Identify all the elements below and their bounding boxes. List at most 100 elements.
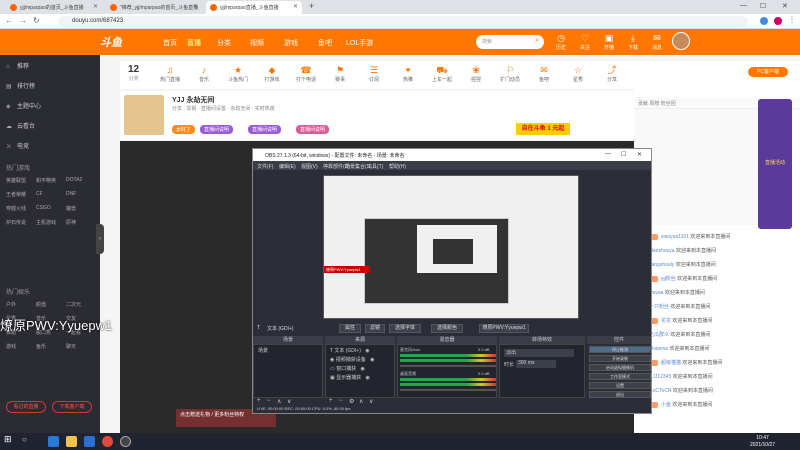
- obs-preview[interactable]: 燎原PWV:Yyuepw1: [323, 175, 579, 319]
- room-ad-badge[interactable]: 自在斗鱼 1 元起: [516, 123, 570, 135]
- user-avatar[interactable]: [672, 32, 690, 50]
- close-window-icon[interactable]: ✕: [782, 2, 788, 10]
- forward-icon[interactable]: →: [19, 16, 27, 25]
- source-item[interactable]: T 文本 (GDI+) ◉: [330, 347, 370, 354]
- control-button[interactable]: 工作室模式: [589, 373, 651, 380]
- search-input[interactable]: 搜索 ⌕: [476, 35, 544, 49]
- taskbar-clock[interactable]: 10:47 2021/10/27: [750, 435, 775, 449]
- sidebar-ent-link[interactable]: 聊天: [66, 343, 76, 350]
- chat-username[interactable]: 小鱼: [661, 402, 672, 408]
- edge-icon[interactable]: [48, 436, 59, 447]
- control-button[interactable]: 停止推流: [589, 346, 651, 353]
- collapse-sidebar-button[interactable]: ‹: [96, 224, 104, 254]
- close-tab-icon[interactable]: ✕: [193, 3, 198, 10]
- download-button[interactable]: ⤓ 下载: [622, 33, 644, 51]
- chat-username[interactable]: CoCToCN: [649, 388, 673, 394]
- sidebar-ent-link[interactable]: 颜值: [36, 301, 46, 308]
- go-live-button[interactable]: ▣ 开播: [598, 33, 620, 51]
- nav-game[interactable]: 游戏: [284, 38, 298, 48]
- nav-live[interactable]: 直播: [187, 38, 201, 48]
- chat-username[interactable]: Tangshouly: [649, 262, 676, 268]
- chat-username[interactable]: YJJ12345: [649, 374, 673, 380]
- nav-video[interactable]: 视频: [250, 38, 264, 48]
- text-value-field[interactable]: 燎原PWV:Yyuepw1: [479, 324, 529, 333]
- side-ad-banner[interactable]: 直播活动: [758, 99, 792, 229]
- obs-menu-item[interactable]: 工具(T): [367, 163, 383, 170]
- url-input[interactable]: douyu.com/687423: [58, 16, 748, 27]
- windows-start-icon[interactable]: ⊞: [4, 434, 15, 445]
- visibility-eye-icon[interactable]: ◉: [364, 348, 369, 354]
- control-button[interactable]: 退出: [589, 391, 651, 398]
- sidebar-item-rank[interactable]: ▤ 排行榜: [6, 81, 35, 90]
- sidebar-game-link[interactable]: DNF: [66, 191, 76, 197]
- obs-menu-item[interactable]: 帮助(H): [389, 163, 406, 170]
- nav-home[interactable]: 首页: [163, 38, 177, 48]
- browser-tab[interactable]: yjj/mparpao的首页_斗鱼直播 ✕: [6, 1, 102, 14]
- room-tag[interactable]: 直播间说明: [200, 125, 234, 134]
- mixer-volume-slider[interactable]: [400, 389, 496, 391]
- obs-close-icon[interactable]: ✕: [637, 151, 642, 158]
- visibility-eye-icon[interactable]: ◉: [364, 375, 370, 381]
- control-button[interactable]: 开始录制: [589, 355, 651, 362]
- sidebar-ent-link[interactable]: 鱼乐: [36, 343, 46, 350]
- sidebar-item-esports[interactable]: ⚔ 电竞: [6, 141, 29, 150]
- menu-icon[interactable]: ⋮: [788, 15, 796, 24]
- close-tab-icon[interactable]: ✕: [293, 3, 298, 10]
- chrome-icon[interactable]: [102, 436, 113, 447]
- sidebar-game-link[interactable]: CF: [36, 191, 43, 197]
- category-item[interactable]: ⤴ 分享: [592, 64, 632, 83]
- file-explorer-icon[interactable]: [66, 436, 77, 447]
- follow-button[interactable]: ♡ 关注: [574, 33, 596, 51]
- sidebar-game-link[interactable]: 炉石传说: [6, 219, 26, 226]
- transition-select[interactable]: 淡出: [504, 349, 574, 357]
- store-icon[interactable]: [84, 436, 95, 447]
- obs-menu-item[interactable]: 视图(V): [301, 163, 318, 170]
- extension-icon[interactable]: [760, 17, 768, 25]
- obs-minimize-icon[interactable]: —: [605, 151, 611, 157]
- control-button[interactable]: 启动虚拟摄像机: [589, 364, 651, 371]
- sidebar-item-theme[interactable]: ◈ 主题中心: [6, 101, 41, 110]
- profile-icon[interactable]: [774, 17, 782, 25]
- source-item[interactable]: ▭ 窗口捕获 ◉: [330, 365, 365, 372]
- minimize-icon[interactable]: —: [740, 2, 747, 9]
- browser-tab[interactable]: "推荐_yjj/mparpao的首页_斗鱼直播 ✕: [106, 1, 202, 14]
- reload-icon[interactable]: ↻: [33, 16, 40, 25]
- sidebar-ent-link[interactable]: 游戏: [6, 343, 16, 350]
- sidebar-game-link[interactable]: CSGO: [36, 205, 51, 211]
- sidebar-game-link[interactable]: 穿越火线: [6, 205, 26, 212]
- chat-username[interactable]: 吃瓜群众: [649, 332, 670, 338]
- chat-username[interactable]: ulanshouya: [649, 248, 676, 254]
- mixer-volume-slider[interactable]: [400, 365, 496, 367]
- sidebar-ent-link[interactable]: 二次元: [66, 301, 81, 308]
- properties-button[interactable]: 属性: [339, 324, 361, 333]
- sidebar-item-recommend[interactable]: ⌂ 推荐: [6, 61, 29, 70]
- sidebar-game-link[interactable]: 王者荣耀: [6, 191, 26, 198]
- message-button[interactable]: ✉ 消息: [646, 33, 668, 51]
- close-tab-icon[interactable]: ✕: [93, 3, 98, 10]
- streamer-avatar[interactable]: [124, 95, 164, 135]
- control-button[interactable]: 设置: [589, 382, 651, 389]
- select-color-button[interactable]: 选择颜色: [431, 324, 463, 333]
- nav-category[interactable]: 分类: [217, 38, 231, 48]
- visibility-eye-icon[interactable]: ◉: [369, 357, 374, 363]
- sidebar-game-link[interactable]: 主机游戏: [36, 219, 56, 226]
- obs-menu-item[interactable]: 编辑(E): [279, 163, 296, 170]
- source-item[interactable]: ◉ 视频捕获设备 ◉: [330, 356, 375, 363]
- visibility-eye-icon[interactable]: ◉: [359, 366, 365, 372]
- room-tag[interactable]: 太好了: [172, 125, 196, 134]
- new-tab-icon[interactable]: +: [309, 1, 314, 11]
- pc-client-button[interactable]: PC客户端: [748, 67, 788, 77]
- select-font-button[interactable]: 选择字体: [389, 324, 421, 333]
- sidebar-game-link[interactable]: 英雄联盟: [6, 177, 26, 184]
- duration-input[interactable]: 300 ms: [516, 360, 556, 368]
- douyu-logo[interactable]: 斗鱼: [100, 34, 144, 50]
- chat-username[interactable]: Vivianna: [649, 346, 669, 352]
- maximize-icon[interactable]: ☐: [760, 2, 766, 10]
- search-icon[interactable]: ⌕: [535, 37, 539, 45]
- chat-username[interactable]: 花花: [661, 318, 672, 324]
- chat-username[interactable]: xiaoyue1101: [661, 234, 690, 240]
- browser-tab-active[interactable]: yjj/mparpao直播_斗鱼直播 ✕: [206, 1, 302, 14]
- sidebar-item-cloud[interactable]: ☁ 云看台: [6, 121, 35, 130]
- room-tag[interactable]: 直播间说明: [248, 125, 282, 134]
- history-button[interactable]: ◷ 历史: [550, 33, 572, 51]
